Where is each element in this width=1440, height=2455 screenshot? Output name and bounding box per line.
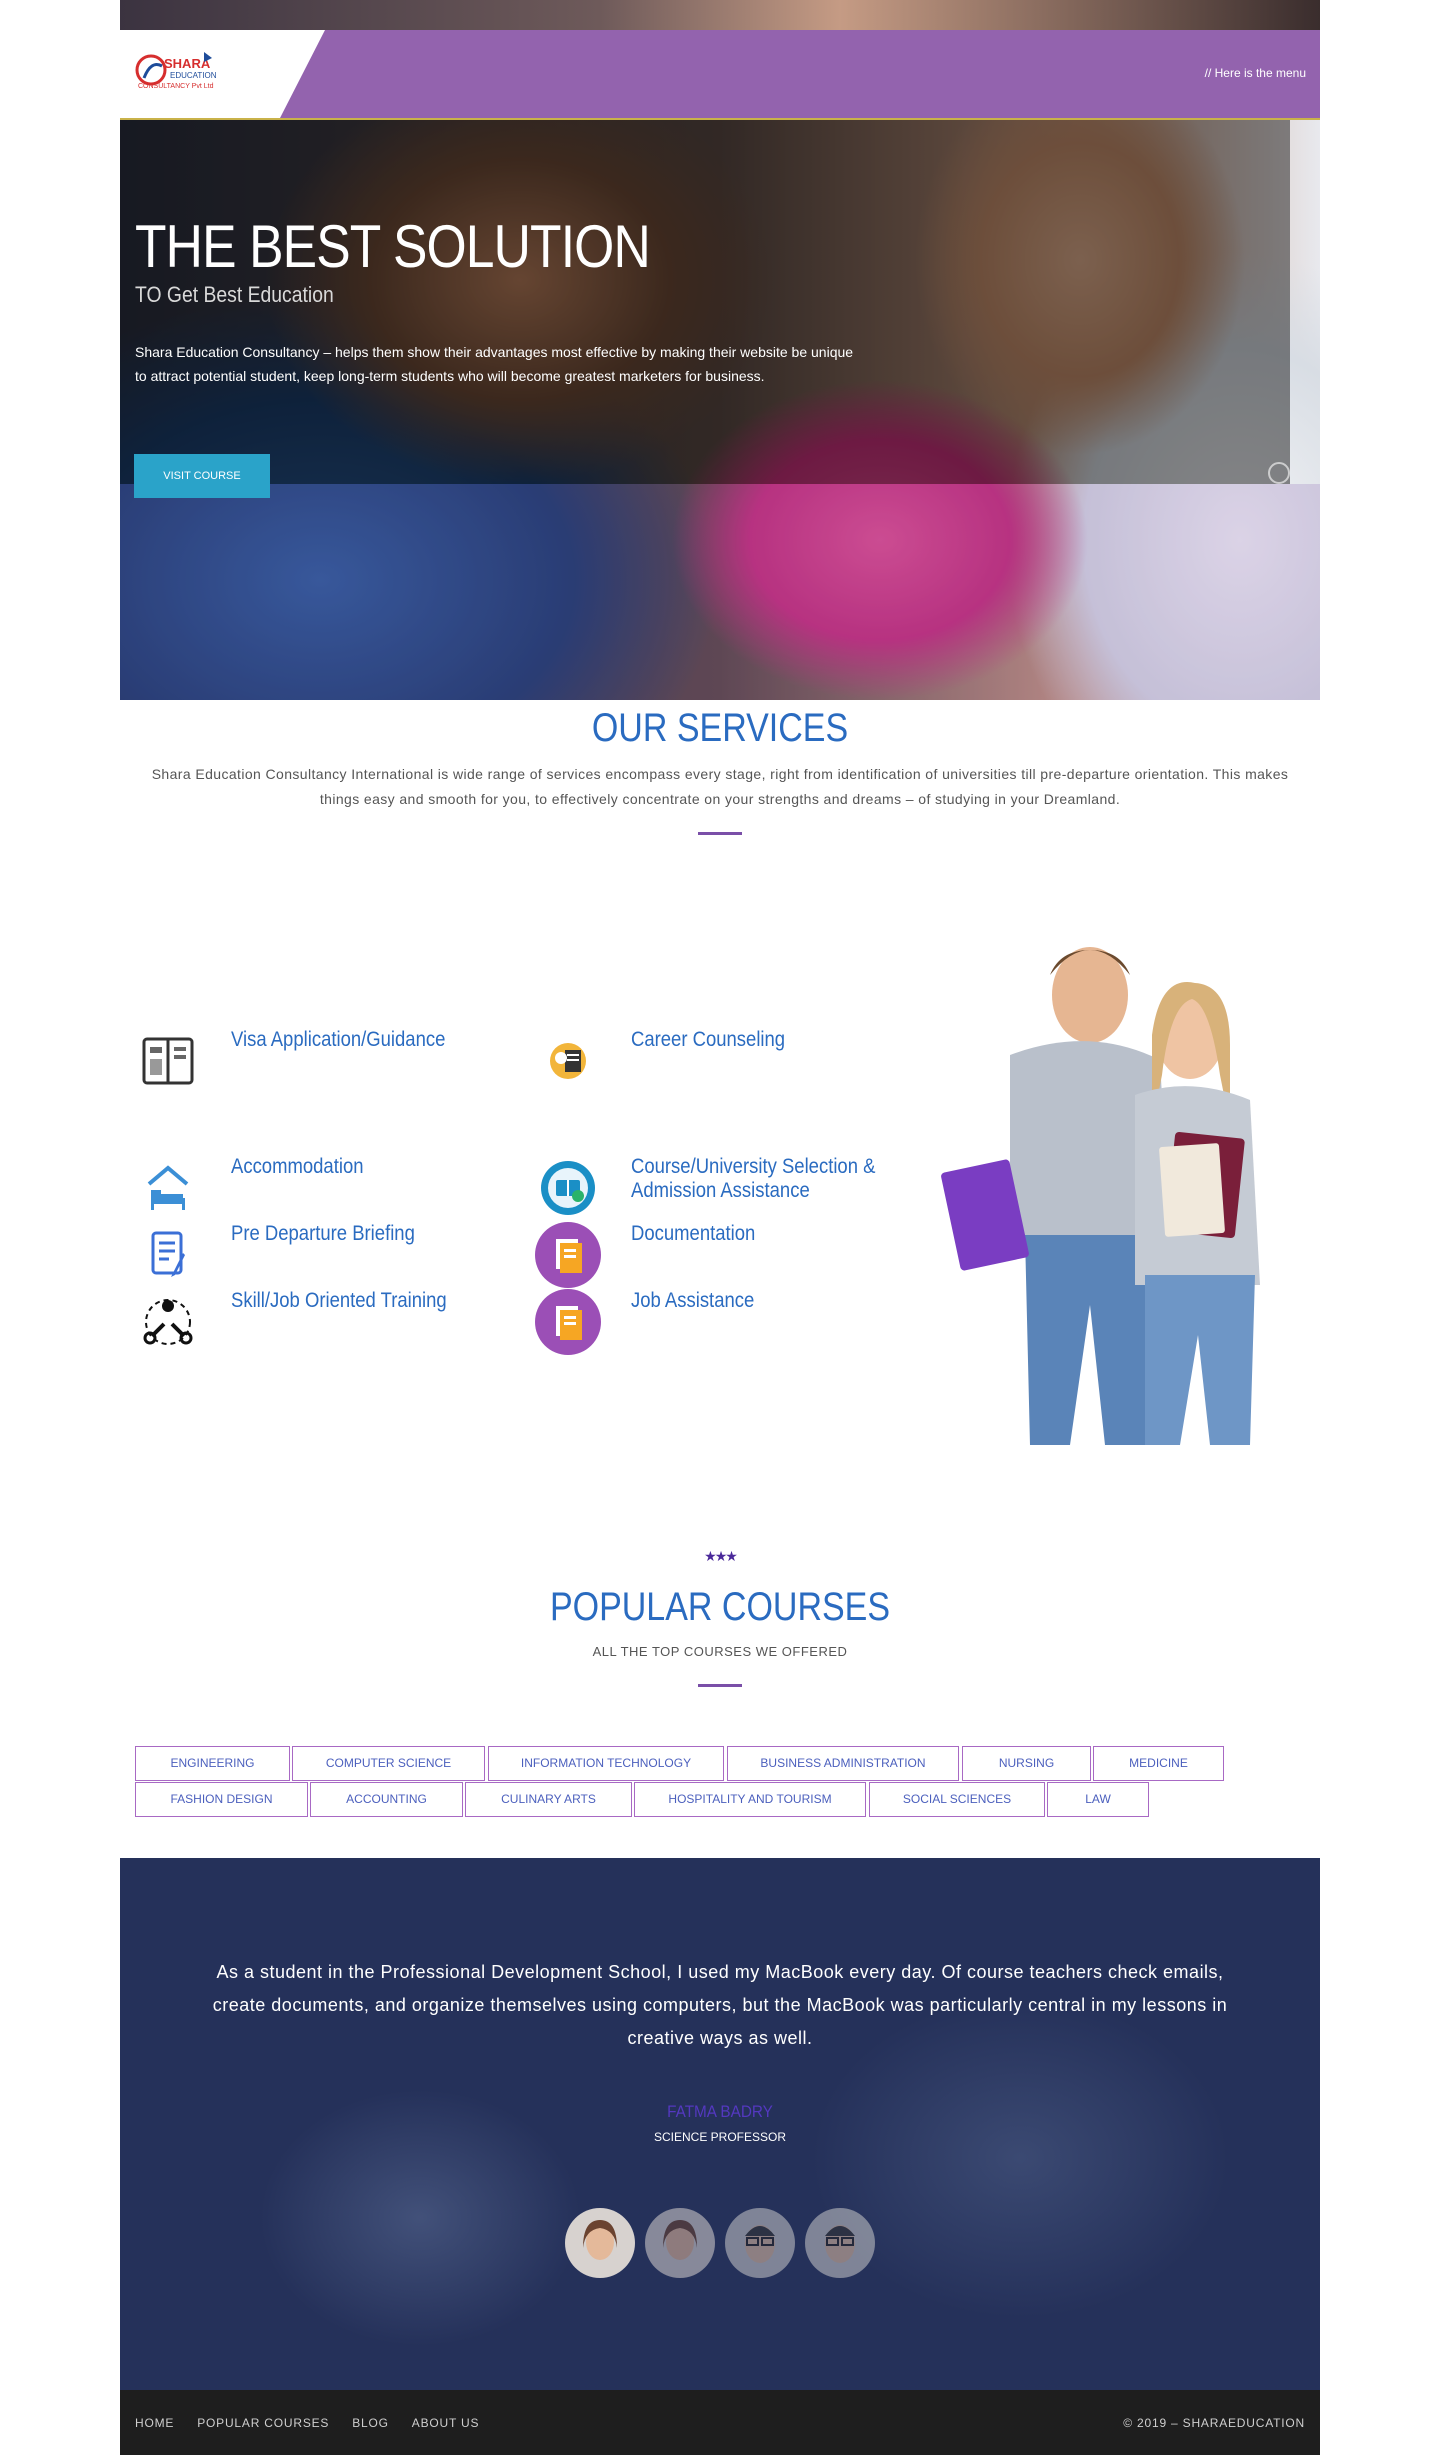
avatar[interactable]	[805, 2208, 875, 2278]
service-pre-departure[interactable]: Pre Departure Briefing	[135, 1222, 440, 1288]
passport-book-icon	[135, 1028, 201, 1094]
service-label: Career Counseling	[631, 1028, 786, 1051]
service-label: Job Assistance	[631, 1289, 755, 1312]
service-label: Visa Application/Guidance	[231, 1028, 446, 1051]
students-image	[930, 925, 1310, 1445]
hero-overlay-lower	[120, 484, 1320, 700]
site-logo[interactable]: SHARA EDUCATION CONSULTANCY Pvt Ltd	[134, 48, 224, 98]
service-label: Documentation	[631, 1222, 756, 1245]
services-description: Shara Education Consultancy Internationa…	[151, 766, 1289, 807]
service-accommodation[interactable]: Accommodation	[135, 1155, 382, 1221]
service-job-assistance[interactable]: Job Assistance	[535, 1289, 771, 1355]
testimonial-role: SCIENCE PROFESSOR	[653, 2130, 787, 2144]
svg-text:SHARA: SHARA	[164, 56, 211, 71]
visit-course-button[interactable]: VISIT COURSE	[134, 454, 270, 498]
tag-engineering[interactable]: ENGINEERING	[135, 1746, 290, 1781]
services-title: OUR SERVICES	[591, 706, 849, 750]
tag-information-technology[interactable]: INFORMATION TECHNOLOGY	[488, 1746, 724, 1781]
popular-divider	[698, 1684, 742, 1687]
university-book-icon	[535, 1155, 601, 1221]
service-skill-training[interactable]: Skill/Job Oriented Training	[135, 1289, 476, 1355]
page: SHARA EDUCATION CONSULTANCY Pvt Ltd // H…	[0, 0, 1440, 2455]
service-label: Accommodation	[231, 1155, 364, 1178]
document-pen-icon	[135, 1222, 201, 1288]
popular-courses-title: POPULAR COURSES	[549, 1585, 891, 1629]
footer-link-popular-courses[interactable]: POPULAR COURSES	[197, 2416, 329, 2430]
tag-culinary-arts[interactable]: CULINARY ARTS	[465, 1782, 632, 1817]
slider-dot[interactable]	[1268, 462, 1290, 484]
hero-banner: THE BEST SOLUTION TO Get Best Education …	[120, 120, 1320, 700]
tag-social-sciences[interactable]: SOCIAL SCIENCES	[869, 1782, 1045, 1817]
skills-tools-icon	[135, 1289, 201, 1355]
tag-medicine[interactable]: MEDICINE	[1093, 1746, 1224, 1781]
service-label: Pre Departure Briefing	[231, 1222, 415, 1245]
footer-copyright: © 2019 – SHARAEDUCATION	[1123, 2416, 1305, 2430]
header-menu-bar	[280, 30, 1320, 118]
footer-nav: HOME POPULAR COURSES BLOG ABOUT US	[135, 2416, 502, 2430]
avatar[interactable]	[725, 2208, 795, 2278]
service-label: Skill/Job Oriented Training	[231, 1289, 447, 1312]
testimonial-quote: As a student in the Professional Develop…	[212, 1962, 1228, 2048]
counseling-icon	[535, 1028, 601, 1094]
popular-courses-subtitle: ALL THE TOP COURSES WE OFFERED	[592, 1644, 848, 1659]
footer-link-about-us[interactable]: ABOUT US	[412, 2416, 480, 2430]
documents-icon	[535, 1222, 601, 1288]
home-bed-icon	[135, 1155, 201, 1221]
stars-decoration: ★★★	[704, 1548, 738, 1564]
service-documentation[interactable]: Documentation	[535, 1222, 772, 1288]
service-label-line2: Admission Assistance	[631, 1179, 810, 1202]
tag-nursing[interactable]: NURSING	[962, 1746, 1091, 1781]
tag-accounting[interactable]: ACCOUNTING	[310, 1782, 463, 1817]
tag-computer-science[interactable]: COMPUTER SCIENCE	[292, 1746, 485, 1781]
site-footer: HOME POPULAR COURSES BLOG ABOUT US © 201…	[120, 2390, 1320, 2455]
hero-subtitle: TO Get Best Education	[135, 282, 334, 307]
documents-icon	[535, 1289, 601, 1355]
tag-hospitality-tourism[interactable]: HOSPITALITY AND TOURISM	[634, 1782, 866, 1817]
top-image-strip	[120, 0, 1320, 30]
service-career-counseling[interactable]: Career Counseling	[535, 1028, 806, 1094]
services-divider	[698, 832, 742, 835]
footer-link-home[interactable]: HOME	[135, 2416, 174, 2430]
menu-placeholder[interactable]: // Here is the menu	[1205, 66, 1306, 80]
tag-law[interactable]: LAW	[1047, 1782, 1149, 1817]
svg-text:EDUCATION: EDUCATION	[170, 71, 217, 80]
site-header: SHARA EDUCATION CONSULTANCY Pvt Ltd // H…	[120, 30, 1320, 120]
testimonial-section: As a student in the Professional Develop…	[120, 1858, 1320, 2390]
tag-business-administration[interactable]: BUSINESS ADMINISTRATION	[727, 1746, 959, 1781]
avatar[interactable]	[565, 2208, 635, 2278]
service-label: Course/University Selection &	[631, 1155, 876, 1178]
service-visa[interactable]: Visa Application/Guidance	[135, 1028, 475, 1094]
testimonial-author: FATMA BADRY	[667, 2102, 773, 2121]
service-course-selection[interactable]: Course/University Selection & Admission …	[535, 1155, 909, 1221]
avatar[interactable]	[645, 2208, 715, 2278]
footer-link-blog[interactable]: BLOG	[352, 2416, 389, 2430]
svg-text:CONSULTANCY Pvt Ltd: CONSULTANCY Pvt Ltd	[138, 83, 214, 90]
hero-title: THE BEST SOLUTION	[135, 213, 651, 280]
hero-description: Shara Education Consultancy – helps them…	[135, 344, 854, 384]
tag-fashion-design[interactable]: FASHION DESIGN	[135, 1782, 308, 1817]
